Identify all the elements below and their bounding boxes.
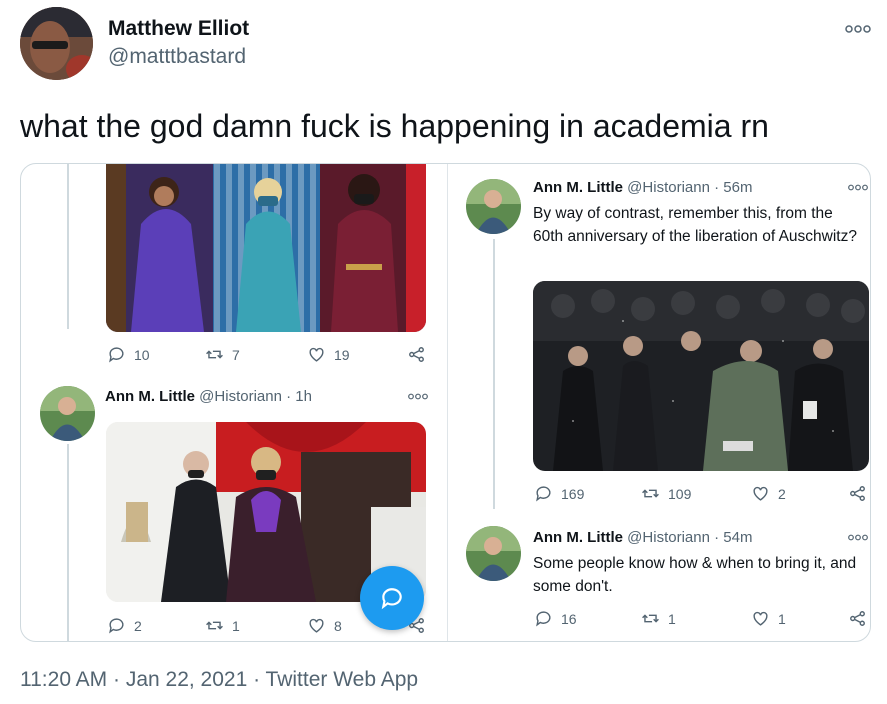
like-count: 19: [334, 346, 350, 363]
panel-divider: [447, 164, 448, 641]
reply-header: Ann M. Little @Historiann · 54m: [533, 529, 752, 546]
reply-time[interactable]: · 1h: [286, 388, 312, 405]
retweet-action[interactable]: 1: [641, 609, 676, 628]
avatar-image: [466, 526, 521, 581]
auschwitz-image: [533, 281, 869, 471]
heart-icon: [309, 347, 324, 362]
like-count: 1: [778, 610, 786, 627]
share-icon: [850, 486, 865, 501]
reply-header: Ann M. Little @Historiann · 56m: [533, 179, 752, 196]
retweet-count: 1: [232, 617, 240, 634]
retweet-icon: [206, 350, 223, 359]
reply-header: Ann M. Little @Historiann · 1h: [105, 388, 312, 405]
reply-count: 2: [134, 617, 142, 634]
retweet-icon: [642, 489, 659, 498]
reply-time[interactable]: · 56m: [714, 179, 752, 196]
message-bubble-icon: [381, 588, 402, 610]
author-handle[interactable]: @matttbastard: [108, 45, 246, 69]
more-dots-icon[interactable]: [845, 20, 871, 36]
share-icon: [409, 347, 424, 362]
reply-author-name[interactable]: Ann M. Little: [533, 179, 623, 196]
inauguration-photo[interactable]: [106, 164, 426, 332]
like-action[interactable]: 2: [751, 484, 786, 503]
retweet-action[interactable]: 7: [205, 345, 240, 364]
reply-action[interactable]: 2: [107, 616, 142, 635]
inauguration-image: [106, 164, 426, 332]
heart-icon: [753, 611, 768, 626]
heart-icon: [753, 486, 768, 501]
like-action[interactable]: 8: [307, 616, 342, 635]
avatar-image: [466, 179, 521, 234]
tweet-text: what the god damn fuck is happening in a…: [20, 108, 769, 144]
retweet-count: 109: [668, 485, 692, 502]
more-dots-icon[interactable]: [848, 182, 868, 194]
reply-time[interactable]: · 54m: [714, 529, 752, 546]
retweet-action[interactable]: 109: [641, 484, 691, 503]
like-count: 8: [334, 617, 342, 634]
reply-icon: [536, 486, 551, 502]
like-count: 2: [778, 485, 786, 502]
retweet-action[interactable]: 1: [205, 616, 240, 635]
reply-avatar[interactable]: [40, 386, 95, 441]
reply-icon: [109, 347, 124, 363]
reply-icon: [536, 611, 551, 627]
reply-author-name[interactable]: Ann M. Little: [533, 529, 623, 546]
reply-text: By way of contrast, remember this, from …: [533, 205, 857, 245]
reply-text: Some people know how & when to bring it,…: [533, 555, 857, 595]
share-action[interactable]: [407, 345, 426, 364]
reply-action[interactable]: 16: [534, 609, 577, 628]
more-dots-icon[interactable]: [848, 532, 868, 544]
reply-icon: [109, 618, 124, 634]
share-action[interactable]: [848, 609, 867, 628]
reply-author-name[interactable]: Ann M. Little: [105, 388, 195, 405]
reply-avatar[interactable]: [466, 526, 521, 581]
thread-line: [67, 444, 69, 641]
share-icon: [850, 611, 865, 626]
avatar-image: [20, 7, 93, 80]
like-action[interactable]: 1: [751, 609, 786, 628]
reply-action[interactable]: 169: [534, 484, 584, 503]
reply-count: 10: [134, 346, 150, 363]
embedded-screenshot[interactable]: 10 7 19 Ann M. Little @Historiann · 1h 2…: [20, 163, 871, 642]
retweet-icon: [642, 614, 659, 623]
reply-action[interactable]: 10: [107, 345, 150, 364]
avatar-image: [40, 386, 95, 441]
retweet-count: 7: [232, 346, 240, 363]
heart-icon: [309, 618, 324, 633]
retweet-count: 1: [668, 610, 676, 627]
retweet-icon: [206, 621, 223, 630]
compose-reply-button[interactable]: [360, 566, 424, 630]
reply-author-handle[interactable]: @Historiann: [627, 179, 710, 196]
reply-count: 169: [561, 485, 585, 502]
reply-author-handle[interactable]: @Historiann: [627, 529, 710, 546]
reply-avatar[interactable]: [466, 179, 521, 234]
author-name[interactable]: Matthew Elliot: [108, 17, 249, 41]
share-action[interactable]: [848, 484, 867, 503]
reply-author-handle[interactable]: @Historiann: [199, 388, 282, 405]
thread-line: [493, 239, 495, 509]
author-avatar[interactable]: [20, 7, 93, 80]
more-dots-icon[interactable]: [408, 391, 428, 403]
tweet-timestamp[interactable]: 11:20 AM · Jan 22, 2021 · Twitter Web Ap…: [20, 668, 418, 692]
like-action[interactable]: 19: [307, 345, 350, 364]
auschwitz-photo[interactable]: [533, 281, 869, 471]
reply-count: 16: [561, 610, 577, 627]
thread-line: [67, 164, 69, 329]
